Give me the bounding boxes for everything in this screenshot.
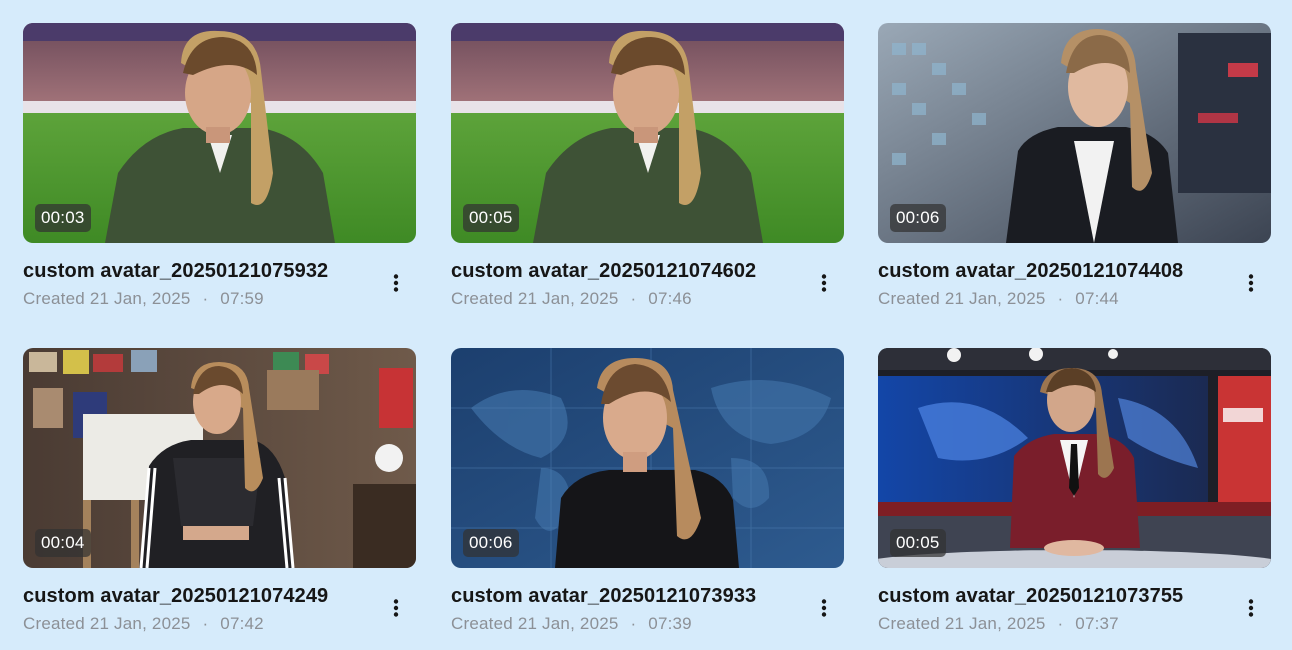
created-label: Created: [878, 614, 940, 633]
video-title[interactable]: custom avatar_20250121074249: [23, 585, 368, 608]
video-title[interactable]: custom avatar_20250121075932: [23, 260, 368, 283]
created-date: 21 Jan, 2025: [89, 289, 191, 308]
video-title[interactable]: custom avatar_20250121074602: [451, 260, 796, 283]
video-thumbnail[interactable]: 00:05: [878, 348, 1271, 568]
video-created-info: Created 21 Jan, 2025 · 07:42: [23, 614, 264, 634]
video-created-info: Created 21 Jan, 2025 · 07:39: [451, 614, 692, 634]
created-time: 07:42: [220, 614, 264, 633]
video-card[interactable]: 00:04 custom avatar_20250121074249 Creat…: [23, 348, 416, 638]
vertical-dots-icon: [393, 599, 399, 617]
video-created-info: Created 21 Jan, 2025 · 07:44: [878, 289, 1119, 309]
more-options-button[interactable]: [1238, 271, 1264, 295]
video-thumbnail[interactable]: 00:04: [23, 348, 416, 568]
created-date: 21 Jan, 2025: [517, 614, 619, 633]
created-label: Created: [23, 614, 85, 633]
created-label: Created: [23, 289, 85, 308]
video-thumbnail[interactable]: 00:06: [878, 23, 1271, 243]
video-title[interactable]: custom avatar_20250121073755: [878, 585, 1223, 608]
duration-badge: 00:05: [463, 204, 519, 232]
vertical-dots-icon: [821, 274, 827, 292]
created-time: 07:59: [220, 289, 264, 308]
video-thumbnail[interactable]: 00:06: [451, 348, 844, 568]
video-grid: 00:03 custom avatar_20250121075932 Creat…: [0, 0, 1292, 650]
duration-badge: 00:06: [463, 529, 519, 557]
duration-badge: 00:04: [35, 529, 91, 557]
created-time: 07:46: [648, 289, 692, 308]
meta-separator: ·: [630, 614, 637, 633]
video-thumbnail[interactable]: 00:05: [451, 23, 844, 243]
video-created-info: Created 21 Jan, 2025 · 07:37: [878, 614, 1119, 634]
meta-separator: ·: [1057, 614, 1064, 633]
vertical-dots-icon: [1248, 599, 1254, 617]
created-date: 21 Jan, 2025: [89, 614, 191, 633]
video-created-info: Created 21 Jan, 2025 · 07:46: [451, 289, 692, 309]
meta-separator: ·: [202, 289, 209, 308]
vertical-dots-icon: [821, 599, 827, 617]
created-label: Created: [451, 289, 513, 308]
meta-separator: ·: [630, 289, 637, 308]
video-thumbnail[interactable]: 00:03: [23, 23, 416, 243]
video-card[interactable]: 00:03 custom avatar_20250121075932 Creat…: [23, 23, 416, 313]
vertical-dots-icon: [1248, 274, 1254, 292]
meta-separator: ·: [1057, 289, 1064, 308]
video-card[interactable]: 00:06 custom avatar_20250121074408 Creat…: [878, 23, 1271, 313]
created-label: Created: [451, 614, 513, 633]
more-options-button[interactable]: [383, 596, 409, 620]
more-options-button[interactable]: [1238, 596, 1264, 620]
created-date: 21 Jan, 2025: [517, 289, 619, 308]
meta-separator: ·: [202, 614, 209, 633]
created-label: Created: [878, 289, 940, 308]
video-card[interactable]: 00:06 custom avatar_20250121073933 Creat…: [451, 348, 844, 638]
duration-badge: 00:05: [890, 529, 946, 557]
more-options-button[interactable]: [383, 271, 409, 295]
more-options-button[interactable]: [811, 596, 837, 620]
video-title[interactable]: custom avatar_20250121073933: [451, 585, 796, 608]
video-card[interactable]: 00:05 custom avatar_20250121074602 Creat…: [451, 23, 844, 313]
vertical-dots-icon: [393, 274, 399, 292]
duration-badge: 00:03: [35, 204, 91, 232]
more-options-button[interactable]: [811, 271, 837, 295]
created-time: 07:39: [648, 614, 692, 633]
created-time: 07:37: [1075, 614, 1119, 633]
duration-badge: 00:06: [890, 204, 946, 232]
video-title[interactable]: custom avatar_20250121074408: [878, 260, 1223, 283]
created-date: 21 Jan, 2025: [944, 289, 1046, 308]
created-date: 21 Jan, 2025: [944, 614, 1046, 633]
video-created-info: Created 21 Jan, 2025 · 07:59: [23, 289, 264, 309]
created-time: 07:44: [1075, 289, 1119, 308]
video-card[interactable]: 00:05 custom avatar_20250121073755 Creat…: [878, 348, 1271, 638]
